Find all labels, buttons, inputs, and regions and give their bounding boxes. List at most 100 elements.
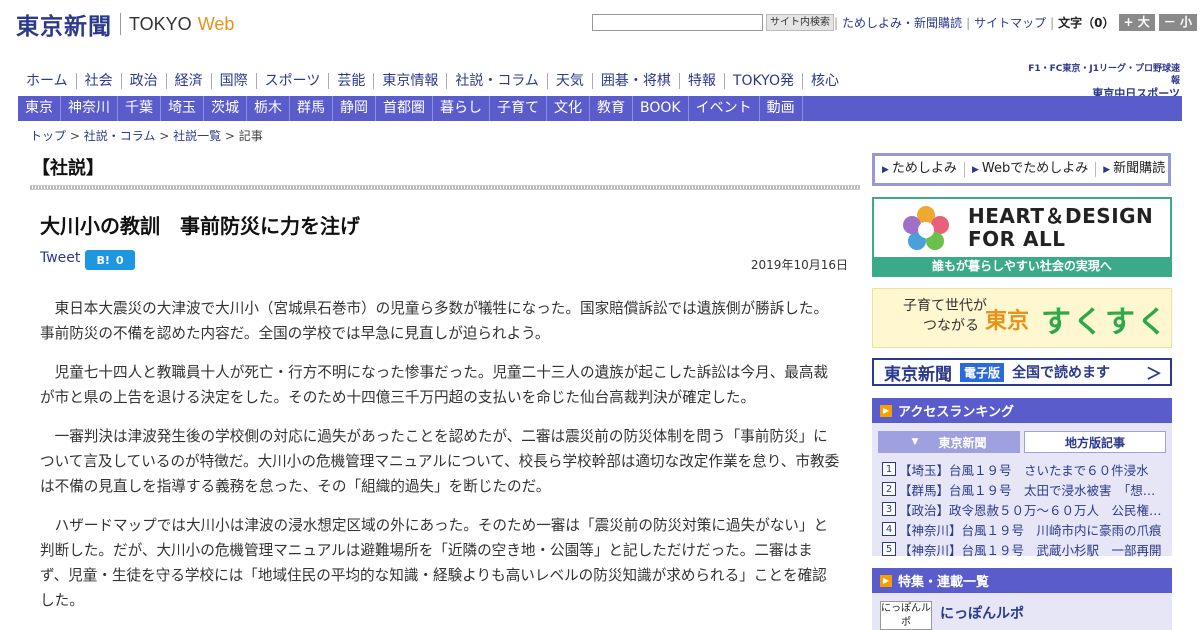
sukusuku-tokyo: 東京 <box>985 309 1030 334</box>
ranking-item[interactable]: 1 【埼玉】台風１９号 さいたまで６０件浸水 <box>882 459 1166 479</box>
local-nav-item[interactable]: 教育 <box>590 96 633 121</box>
digital-edition-banner[interactable]: 東京新聞 電子版 全国で読めます ＞ <box>872 358 1172 386</box>
digital-edition-text: 全国で読めます <box>1012 365 1111 381</box>
sukusuku-line1: 子育て世代が <box>903 298 987 314</box>
nav-tokyo-info[interactable]: 東京情報 <box>374 73 448 89</box>
ranking-header: ▶ アクセスランキング <box>872 398 1172 423</box>
sukusuku-name: すくすく <box>1041 305 1169 340</box>
nav-politics[interactable]: 政治 <box>122 73 167 89</box>
nav-entertainment[interactable]: 芸能 <box>329 73 375 89</box>
digital-edition-badge: 電子版 <box>960 362 1005 382</box>
nav-go-shogi[interactable]: 囲碁・将棋 <box>593 73 680 89</box>
font-larger-button[interactable]: + 大 <box>1118 14 1155 31</box>
local-nav-item[interactable]: イベント <box>689 96 760 121</box>
section-divider <box>30 185 860 190</box>
tab-tokyo-shimbun[interactable]: ▼ 東京新聞 <box>878 431 1020 453</box>
tab-local-articles[interactable]: 地方版記事 <box>1024 431 1166 453</box>
local-nav-item[interactable]: 茨城 <box>204 96 247 121</box>
breadcrumb-editorial-column[interactable]: 社説・コラム <box>84 129 156 143</box>
tab-local-articles-label: 地方版記事 <box>1064 435 1125 450</box>
logo-ja: 東京新聞 <box>16 13 112 40</box>
subscription-links: ▶ ためしよみ ▶ Webでためしよみ ▶ 新聞購読 <box>872 153 1171 186</box>
subscribe-link[interactable]: ▶ 新聞購読 <box>1096 162 1172 177</box>
heart-banner-caption: 誰もが暮らしやすい社会の実現へ <box>874 257 1170 275</box>
subscribe-label: 新聞購読 <box>1113 161 1166 176</box>
search-button[interactable]: サイト内検索 <box>766 14 834 31</box>
hatena-bookmark-label: B! <box>96 253 110 267</box>
local-nav-item[interactable]: 暮らし <box>433 96 490 121</box>
font-size-label: 文字（0） <box>1058 16 1115 30</box>
nav-kakushin[interactable]: 核心 <box>803 73 847 89</box>
breadcrumb-separator: > <box>69 129 84 143</box>
nav-economy[interactable]: 経済 <box>167 73 212 89</box>
ranking-item[interactable]: 3 【政治】政令恩赦５０万～６０万人 公民権回復 <box>882 499 1166 519</box>
local-nav-item[interactable]: BOOK <box>633 96 689 121</box>
nav-editorial-column[interactable]: 社説・コラム <box>447 73 548 89</box>
digital-edition-newspaper: 東京新聞 <box>884 364 952 385</box>
caret-down-icon: ▼ <box>911 437 919 447</box>
heart-design-banner[interactable]: HEART＆DESIGN FOR ALL 誰もが暮らしやすい社会の実現へ <box>872 197 1172 277</box>
rank-title: 【群馬】台風１９号 太田で浸水被害 「想定外」 <box>899 482 1166 498</box>
local-nav-item[interactable]: 首都圏 <box>376 96 433 121</box>
nav-tokyo-hatsu[interactable]: TOKYO発 <box>725 73 803 89</box>
local-nav-item[interactable]: 静岡 <box>333 96 376 121</box>
nav-weather[interactable]: 天気 <box>548 73 593 89</box>
breadcrumb-current: 記事 <box>238 129 263 143</box>
ranking-item[interactable]: 2 【群馬】台風１９号 太田で浸水被害 「想定外」 <box>882 479 1166 499</box>
feature-item-link[interactable]: にっぽんルポ <box>940 603 1024 623</box>
rank-title: 【埼玉】台風１９号 さいたまで６０件浸水 <box>899 462 1149 478</box>
trial-read-link[interactable]: ▶ ためしよみ <box>875 162 965 177</box>
tokyo-chunichi-sports-logo[interactable]: F1・FC東京・J1リーグ・プロ野球速報 東京中日スポーツ <box>1024 63 1180 100</box>
breadcrumb-top[interactable]: トップ <box>30 129 66 143</box>
ranking-item[interactable]: 5 【神奈川】台風１９号 武蔵小杉駅 一部再開 <box>882 539 1166 559</box>
article-paragraph: 児童七十四人と教職員十人が死亡・行方不明になった惨事だった。児童二十三人の遺族が… <box>40 364 829 406</box>
triangle-icon: ▶ <box>1103 165 1111 175</box>
flower-logo-icon <box>903 206 949 250</box>
sukusuku-line2: つながる <box>923 318 979 334</box>
nav-tokuho[interactable]: 特報 <box>680 73 725 89</box>
nav-international[interactable]: 国際 <box>212 73 257 89</box>
article-date: 2019年10月16日 <box>750 258 848 272</box>
web-trial-read-link[interactable]: ▶ Webでためしよみ <box>965 161 1097 177</box>
font-smaller-button[interactable]: － 小 <box>1158 14 1197 31</box>
local-nav-item[interactable]: 群馬 <box>290 96 333 121</box>
main-nav: ホーム 社会 政治 経済 国際 スポーツ 芸能 東京情報 社説・コラム 天気 囲… <box>18 70 847 92</box>
local-nav-item[interactable]: 千葉 <box>118 96 161 121</box>
local-nav-item[interactable]: 動画 <box>760 96 803 121</box>
nav-society[interactable]: 社会 <box>77 73 122 89</box>
local-nav-item[interactable]: 埼玉 <box>161 96 204 121</box>
logo-divider <box>120 13 121 35</box>
feature-header: ▶ 特集・連載一覧 <box>872 568 1172 593</box>
trial-subscribe-link[interactable]: ためしよみ・新聞購読 <box>838 14 966 31</box>
rank-title: 【神奈川】台風１９号 武蔵小杉駅 一部再開 <box>899 542 1162 558</box>
local-nav-item[interactable]: 子育て <box>490 96 547 121</box>
hatena-bookmark-button[interactable]: B! 0 <box>85 250 135 270</box>
tab-tokyo-shimbun-label: 東京新聞 <box>938 435 987 450</box>
breadcrumb-editorial-list[interactable]: 社説一覧 <box>173 129 221 143</box>
ranking-item[interactable]: 4 【神奈川】台風１９号 川崎市内に豪雨の爪痕 <box>882 519 1166 539</box>
ranking-panel: ▼ 東京新聞 地方版記事 1 【埼玉】台風１９号 さいたまで６０件浸水 2 【群… <box>872 423 1172 559</box>
tokyo-sukusuku-banner[interactable]: 子育て世代が つながる 東京 すくすく <box>872 288 1172 348</box>
nav-sports[interactable]: スポーツ <box>257 73 330 89</box>
triangle-icon: ▶ <box>971 165 979 175</box>
sitemap-link[interactable]: サイトマップ <box>970 14 1050 31</box>
ranking-list: 1 【埼玉】台風１９号 さいたまで６０件浸水 2 【群馬】台風１９号 太田で浸水… <box>882 459 1166 559</box>
article-headline: 大川小の教訓 事前防災に力を注げ <box>40 214 360 238</box>
search-input[interactable] <box>592 14 763 31</box>
rank-title: 【神奈川】台風１９号 川崎市内に豪雨の爪痕 <box>899 522 1162 538</box>
heart-banner-line2: FOR ALL <box>968 227 1066 251</box>
local-nav-item[interactable]: 神奈川 <box>61 96 118 121</box>
local-nav-item[interactable]: 東京 <box>18 96 61 121</box>
local-nav-item[interactable]: 栃木 <box>247 96 290 121</box>
local-nav-item[interactable]: 文化 <box>547 96 590 121</box>
web-trial-read-label: Webでためしよみ <box>981 161 1089 176</box>
logo-en: TOKYO <box>129 13 192 34</box>
play-icon: ▶ <box>880 404 892 417</box>
nav-home[interactable]: ホーム <box>18 73 77 89</box>
rank-number: 1 <box>882 462 896 476</box>
hatena-bookmark-count: 0 <box>115 253 124 267</box>
article-body: 東日本大震災の大津波で大川小（宮城県石巻市）の児童ら多数が犠牲になった。国家賠償… <box>40 296 840 627</box>
feature-thumbnail[interactable]: にっぽんルポ <box>880 601 932 630</box>
tweet-button[interactable]: Tweet <box>40 250 80 266</box>
site-logo[interactable]: 東京新聞 TOKYO Web <box>16 9 234 40</box>
